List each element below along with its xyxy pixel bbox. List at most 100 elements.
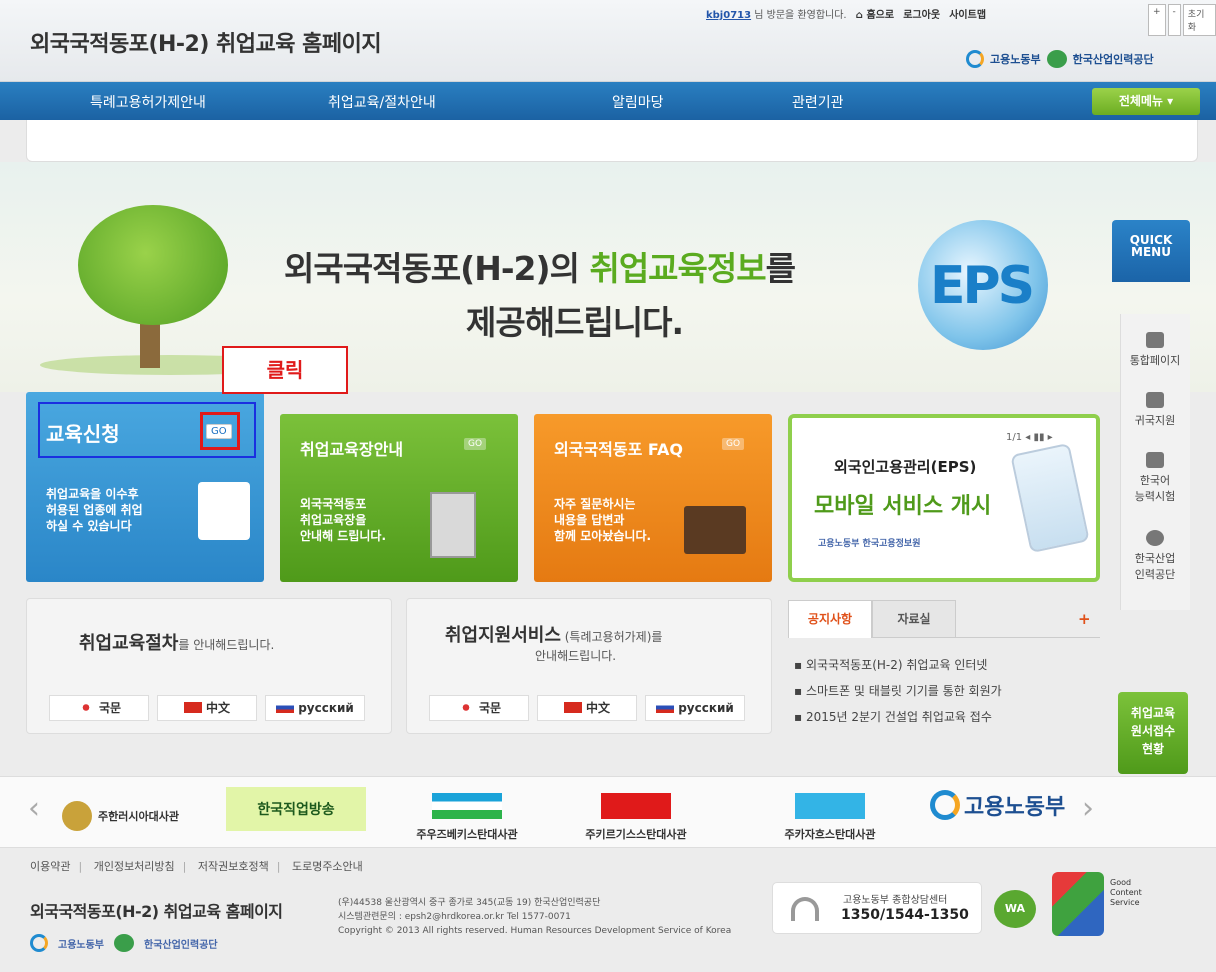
korea-flag-icon	[456, 702, 475, 713]
nav-item-related-orgs[interactable]: 관련기관	[792, 92, 844, 112]
lang-label: русский	[298, 701, 354, 715]
kyrgyz-flag-icon	[601, 793, 671, 819]
next-arrow-icon[interactable]: ›	[1082, 791, 1094, 826]
footer-link-terms[interactable]: 이용약관	[30, 860, 70, 873]
lang-chinese-button[interactable]: 中文	[537, 695, 637, 721]
education-apply-go-button[interactable]: GO	[206, 424, 232, 439]
separator: |	[78, 860, 83, 873]
procedure-title-rest: 를 안내해드립니다.	[178, 638, 275, 652]
russia-flag-icon	[656, 702, 675, 713]
notice-item-text: 2015년 2분기 건설업 취업교육 접수	[805, 710, 992, 724]
all-menu-button[interactable]: 전체메뉴 ▾	[1092, 88, 1200, 115]
education-center-go-button[interactable]: GO	[464, 438, 487, 450]
mobile-service-banner[interactable]: 1/1 ◂ ▮▮ ▸ 외국인고용관리(EPS) 모바일 서비스 개시 고용노동부…	[788, 414, 1100, 582]
page-icon	[1146, 332, 1164, 348]
footer-link-address[interactable]: 도로명주소안내	[292, 860, 363, 873]
home-link[interactable]: ⌂ 홈으로	[856, 10, 894, 21]
support-title-bold: 취업지원서비스	[445, 625, 561, 646]
ministry-logo-icon	[930, 790, 960, 820]
user-id[interactable]: kbj0713	[706, 10, 751, 21]
notice-panel: 공지사항 자료실 + ▪ 외국국적동포(H-2) 취업교육 인터넷 ▪ 스마트폰…	[788, 600, 1100, 740]
tab-notice[interactable]: 공지사항	[788, 600, 872, 638]
banner-headline-a: 외국국적동포(H-2)의	[284, 249, 590, 288]
mobile-banner-title: 외국인고용관리(EPS)	[834, 458, 977, 476]
good-content-icon	[1052, 872, 1104, 936]
footer-link-privacy[interactable]: 개인정보처리방침	[94, 860, 175, 873]
good-content-label: Good Content Service	[1110, 878, 1142, 907]
font-plus-button[interactable]: +	[1148, 4, 1166, 36]
faq-go-button[interactable]: GO	[722, 438, 745, 450]
site-header: 외국국적동포(H-2) 취업교육 홈페이지 kbj0713 님 방문을 환영합니…	[0, 0, 1216, 82]
education-center-title: 취업교육장안내	[300, 440, 404, 459]
lang-chinese-button[interactable]: 中文	[157, 695, 257, 721]
notice-more-button[interactable]: +	[1078, 610, 1091, 628]
site-title[interactable]: 외국국적동포(H-2) 취업교육 홈페이지	[30, 26, 382, 58]
mobile-banner-logos: 고용노동부 한국고용정보원	[818, 539, 921, 549]
font-size-controls: + - 초기화	[1148, 4, 1216, 36]
link-kazakh-embassy[interactable]: 주카자흐스탄대사관	[770, 793, 890, 842]
smartphone-icon	[1010, 442, 1090, 554]
link-uzbek-embassy[interactable]: 주우즈베키스탄대사관	[412, 793, 522, 842]
nav-item-special-permit[interactable]: 특례고용허가제안내	[90, 92, 206, 112]
lang-russian-button[interactable]: русский	[645, 695, 745, 721]
banner-headline-highlight: 취업교육정보	[589, 249, 766, 288]
ministry-logo-icon	[30, 934, 48, 952]
quick-item-korean-test[interactable]: 한국어 능력시험	[1120, 452, 1190, 504]
notice-item[interactable]: ▪ 2015년 2분기 건설업 취업교육 접수	[794, 708, 992, 725]
quick-item-return-support[interactable]: 귀국지원	[1120, 392, 1190, 428]
ministry-logo-text[interactable]: 고용노동부	[990, 51, 1041, 67]
welcome-text: 님 방문을 환영합니다.	[754, 10, 847, 21]
hrd-logo-text[interactable]: 한국산업인력공단	[1073, 51, 1154, 67]
tab-library[interactable]: 자료실	[872, 600, 956, 638]
education-center-box[interactable]: 취업교육장안내 GO 외국국적동포 취업교육장을 안내해 드립니다.	[280, 414, 518, 582]
link-label: 주한러시아대사관	[98, 810, 179, 823]
font-minus-button[interactable]: -	[1167, 4, 1181, 36]
sitemap-link[interactable]: 사이트맵	[949, 10, 986, 21]
notice-item[interactable]: ▪ 스마트폰 및 태블릿 기기를 통한 회원가	[794, 682, 1002, 699]
font-reset-button[interactable]: 초기화	[1182, 4, 1216, 36]
quick-menu: QUICK MENU 통합페이지 귀국지원 한국어 능력시험 한국산업 인력공단	[1112, 220, 1190, 610]
hrd-icon	[1146, 530, 1164, 546]
hrd-logo-icon	[1046, 50, 1067, 68]
logout-link[interactable]: 로그아웃	[903, 10, 940, 21]
nav-item-notice-board[interactable]: 알림마당	[612, 92, 664, 112]
korea-flag-icon	[76, 702, 95, 713]
link-russia-embassy[interactable]: 주한러시아대사관	[62, 801, 179, 831]
footer-link-copyright[interactable]: 저작권보호정책	[198, 860, 269, 873]
lang-korean-button[interactable]: 국문	[49, 695, 149, 721]
kazakh-flag-icon	[795, 793, 865, 819]
lang-korean-button[interactable]: 국문	[429, 695, 529, 721]
nav-item-education-procedure[interactable]: 취업교육/절차안내	[328, 92, 436, 112]
click-callout: 클릭	[222, 346, 348, 394]
main-nav: 특례고용허가제안내 취업교육/절차안내 알림마당 관련기관 전체메뉴 ▾	[0, 82, 1216, 120]
banner-subline: 제공해드립니다.	[466, 303, 684, 342]
faq-box[interactable]: 외국국적동포 FAQ GO 자주 질문하시는 내용을 답변과 함께 모아놨습니다…	[534, 414, 772, 582]
notice-item[interactable]: ▪ 외국국적동포(H-2) 취업교육 인터넷	[794, 656, 987, 673]
footer-address: (우)44538 울산광역시 중구 종가로 345(교동 19) 한국산업인력공…	[338, 896, 731, 938]
footer-site-name: 외국국적동포(H-2) 취업교육 홈페이지	[30, 902, 283, 921]
education-procedure-panel: 취업교육절차를 안내해드립니다. 국문 中文 русский	[26, 598, 392, 734]
related-sites-row: ‹ 주한러시아대사관 한국직업방송 주우즈베키스탄대사관 주키르기스스탄대사관 …	[0, 776, 1216, 848]
eps-logo: EPS	[930, 256, 1035, 316]
footer-hrd-logo: 한국산업인력공단	[144, 939, 218, 951]
quick-item-integrated-page[interactable]: 통합페이지	[1120, 332, 1190, 368]
wa-mark-icon: WA	[994, 890, 1036, 928]
quick-item-label: 통합페이지	[1129, 354, 1181, 367]
quick-item-hrd-korea[interactable]: 한국산업 인력공단	[1120, 530, 1190, 582]
prev-arrow-icon[interactable]: ‹	[28, 791, 40, 826]
link-ministry[interactable]: 고용노동부	[930, 789, 1065, 821]
procedure-language-row: 국문 中文 русский	[49, 695, 365, 721]
apply-status-button[interactable]: 취업교육 원서접수 현황	[1118, 692, 1188, 774]
notepad-icon	[198, 482, 250, 540]
quick-menu-title: QUICK MENU	[1112, 220, 1190, 282]
link-kyrgyz-embassy[interactable]: 주키르기스스탄대사관	[576, 793, 696, 842]
notice-item-text: 스마트폰 및 태블릿 기기를 통한 회원가	[805, 684, 1002, 698]
notice-item-text: 외국국적동포(H-2) 취업교육 인터넷	[805, 658, 988, 672]
faq-title: 외국국적동포 FAQ	[554, 440, 683, 459]
lang-russian-button[interactable]: русский	[265, 695, 365, 721]
procedure-title-bold: 취업교육절차	[79, 633, 179, 654]
separator: |	[182, 860, 187, 873]
footer-links: 이용약관 | 개인정보처리방침 | 저작권보호정책 | 도로명주소안내	[30, 858, 363, 874]
banner-pager[interactable]: 1/1 ◂ ▮▮ ▸	[1006, 432, 1053, 443]
link-job-tv[interactable]: 한국직업방송	[226, 787, 366, 831]
